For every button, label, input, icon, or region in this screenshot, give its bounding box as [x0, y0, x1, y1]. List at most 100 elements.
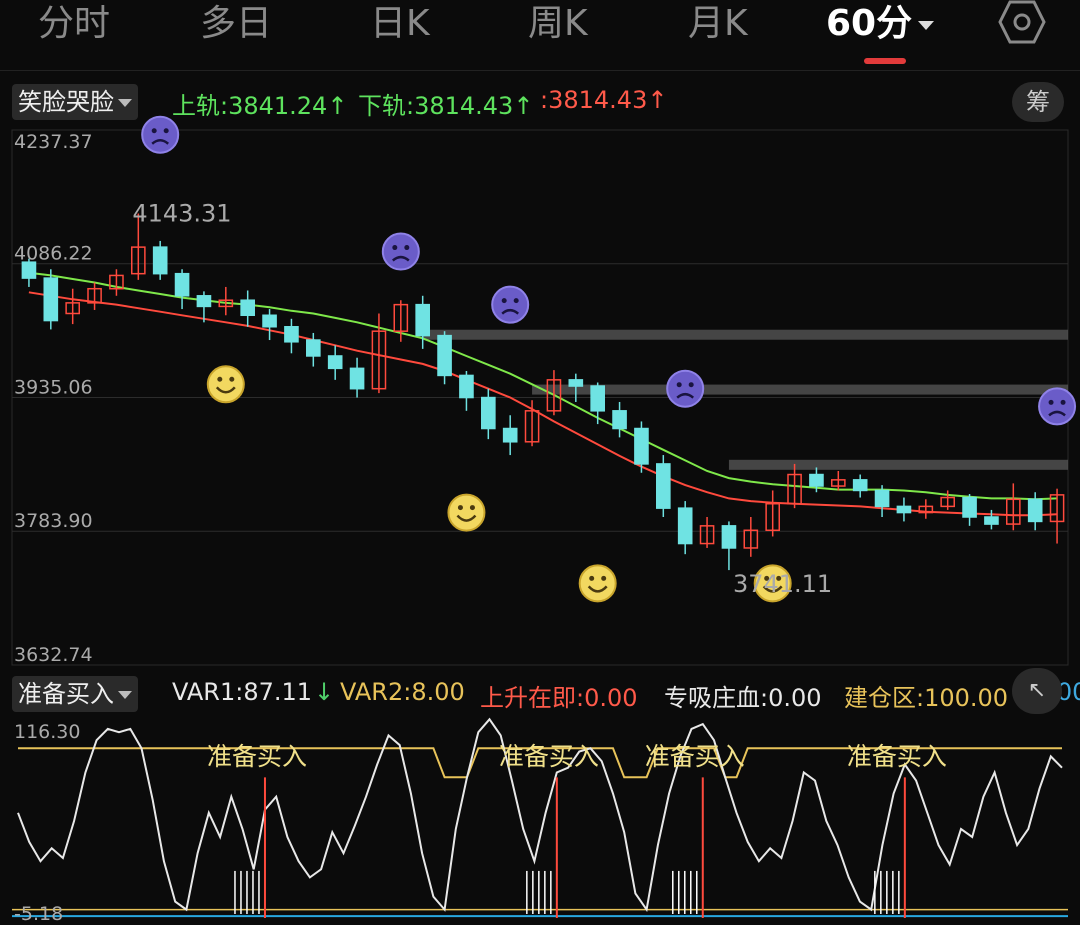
candle-body[interactable]	[284, 326, 299, 343]
sad-face-icon	[491, 285, 530, 324]
chevron-down-icon	[918, 20, 935, 30]
buy-signal-label: 准备买入	[207, 742, 307, 771]
candle-body[interactable]	[174, 272, 190, 297]
candle-body[interactable]	[809, 473, 824, 487]
candle-body[interactable]	[896, 505, 912, 514]
smile-face-buy-marker[interactable]	[447, 493, 486, 532]
chip-distribution-button[interactable]: 筹	[1012, 82, 1064, 122]
candle-body[interactable]	[874, 489, 890, 508]
buy-signal-label: 准备买入	[847, 742, 947, 771]
sad-face-eye	[151, 128, 157, 134]
sub-indicator-selector[interactable]: 准备买入	[12, 676, 138, 712]
smile-face-buy-marker[interactable]	[578, 564, 617, 603]
candle-body[interactable]	[327, 355, 343, 370]
smile-face-icon	[578, 564, 617, 603]
y-tick-label: 4237.37	[14, 131, 93, 153]
y-tick-label: 3935.06	[14, 376, 93, 398]
smile-face-eye	[457, 505, 463, 511]
indicator-var1-arrow: ↓	[314, 678, 335, 706]
y-tick-label: 3783.90	[14, 510, 93, 532]
indicator-absorb: 专吸庄血:0.00	[664, 684, 822, 712]
sub-chart-grid	[12, 908, 1068, 918]
candle-body[interactable]	[984, 516, 999, 525]
candle-body[interactable]	[962, 496, 977, 518]
sad-face-eye	[676, 382, 682, 388]
sad-face-icon	[381, 232, 420, 271]
sad-face-eye	[513, 298, 519, 304]
period-low-label: 3741.11	[733, 570, 832, 598]
period-high-label: 4143.31	[132, 200, 231, 228]
tab-multi-day[interactable]: 多日	[200, 2, 272, 46]
candle-body[interactable]	[152, 246, 168, 275]
candle-body[interactable]	[502, 427, 518, 443]
candle-body[interactable]	[634, 427, 649, 465]
tab-60-minute[interactable]: 60分	[826, 2, 935, 46]
main-chart-marks[interactable]	[21, 115, 1077, 603]
smile-face-icon	[206, 365, 245, 404]
tab-60-minute-label: 60分	[826, 3, 913, 44]
chart-canvas: 4237.37 4086.22 3935.06 3783.90 3632.74 4143.…	[11, 115, 1077, 925]
candle-body[interactable]	[43, 277, 59, 322]
settings-hexagon-icon[interactable]	[998, 0, 1046, 44]
main-indicator-selector[interactable]: 笑脸哭脸	[12, 84, 138, 120]
smile-face-eye	[217, 376, 223, 382]
sad-face-eye	[1060, 399, 1066, 405]
sad-face-eye	[163, 128, 169, 134]
y-tick-label: 3632.74	[14, 644, 93, 666]
tab-intraday[interactable]: 分时	[38, 2, 110, 46]
candle-body[interactable]	[459, 374, 474, 399]
candle-body[interactable]	[612, 410, 627, 430]
expand-panel-button[interactable]: ↖	[1012, 668, 1062, 714]
sad-face-eye	[1048, 399, 1054, 405]
smile-face-eye	[589, 575, 595, 581]
header-divider	[0, 70, 1080, 71]
sad-face-eye	[392, 245, 398, 251]
candle-body[interactable]	[240, 299, 255, 317]
resistance-level-band	[532, 384, 1068, 395]
sub-y-tick-label: 116.30	[14, 721, 80, 743]
sad-face-eye	[688, 382, 694, 388]
candle-body[interactable]	[852, 479, 868, 492]
lower-band-line	[28, 291, 1058, 517]
tab-weekly-k[interactable]: 周K	[528, 2, 588, 46]
candle-body[interactable]	[415, 303, 430, 337]
sad-face-sell-marker[interactable]	[381, 232, 420, 271]
candle-body[interactable]	[481, 396, 496, 430]
candle-body[interactable]	[306, 339, 321, 357]
candle-body[interactable]	[437, 334, 452, 377]
candle-body[interactable]	[568, 379, 584, 387]
smile-face-eye	[229, 376, 235, 382]
candle-body[interactable]	[590, 385, 605, 412]
candle-body[interactable]	[656, 463, 671, 509]
sub-indicator-header: 准备买入 VAR1:87.11 ↓ VAR2:8.00 上升在即:0.00 专吸…	[0, 672, 1080, 716]
tab-daily-k[interactable]: 日K	[370, 2, 430, 46]
main-chart-labels: 4237.37 4086.22 3935.06 3783.90 3632.74 4143.…	[14, 131, 832, 666]
sad-face-sell-marker[interactable]	[666, 369, 705, 408]
tab-monthly-k[interactable]: 月K	[688, 2, 748, 46]
chevron-down-icon	[118, 99, 132, 107]
sub-y-tick-label: -5.18	[14, 903, 63, 925]
indicator-build-zone: 建仓区:100.00	[844, 684, 1009, 712]
buy-signal-label: 准备买入	[499, 742, 599, 771]
smile-face-buy-marker[interactable]	[206, 365, 245, 404]
main-indicator-selector-label: 笑脸哭脸	[18, 88, 114, 116]
indicator-rising-soon: 上升在即:0.00	[480, 684, 638, 712]
indicator-var2: VAR2:8.00	[340, 678, 465, 706]
candle-body[interactable]	[677, 507, 693, 545]
candle-body[interactable]	[349, 367, 365, 390]
sad-face-sell-marker[interactable]	[1038, 387, 1077, 426]
candle-body[interactable]	[1027, 498, 1043, 523]
sad-face-sell-marker[interactable]	[491, 285, 530, 324]
buy-signal-label: 准备买入	[645, 742, 745, 771]
smile-face-eye	[601, 575, 607, 581]
resistance-level-band	[422, 329, 1068, 340]
candle-body[interactable]	[262, 314, 277, 328]
candle-body[interactable]	[196, 295, 212, 308]
sub-indicator-selector-label: 准备买入	[18, 680, 114, 708]
y-tick-label: 4086.22	[14, 243, 93, 265]
indicator-mid-value: :3814.43↑	[540, 86, 668, 114]
period-tab-bar: 分时 多日 日K 周K 月K 60分	[0, 0, 1080, 66]
smile-face-eye	[469, 505, 475, 511]
candle-body[interactable]	[721, 525, 737, 549]
sad-face-icon	[1038, 387, 1077, 426]
